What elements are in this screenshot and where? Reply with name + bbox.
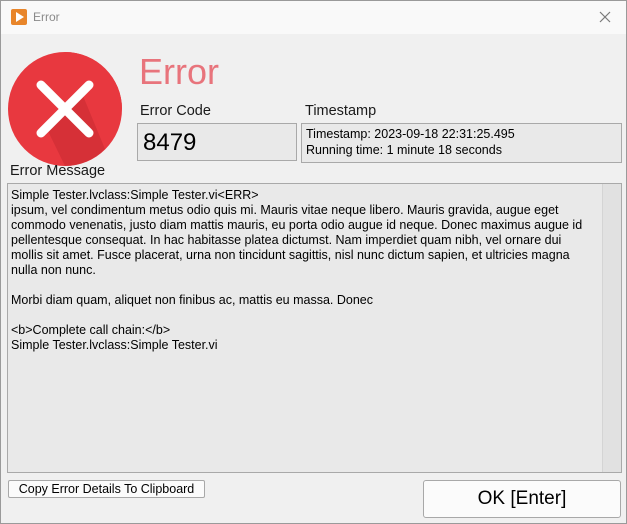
error-x-icon bbox=[8, 52, 122, 166]
labview-run-icon bbox=[11, 9, 27, 25]
vertical-scrollbar[interactable] bbox=[602, 184, 621, 472]
title-bar: Error bbox=[1, 1, 626, 34]
error-code-field[interactable]: 8479 bbox=[137, 123, 297, 161]
window-title: Error bbox=[33, 10, 60, 24]
close-button[interactable] bbox=[590, 3, 620, 31]
error-message-field[interactable]: Simple Tester.lvclass:Simple Tester.vi<E… bbox=[7, 183, 622, 473]
timestamp-field[interactable]: Timestamp: 2023-09-18 22:31:25.495 Runni… bbox=[301, 123, 622, 163]
running-time-line: Running time: 1 minute 18 seconds bbox=[306, 142, 502, 157]
copy-error-details-button[interactable]: Copy Error Details To Clipboard bbox=[8, 480, 205, 498]
error-message-label: Error Message bbox=[10, 163, 106, 179]
close-icon bbox=[599, 11, 611, 23]
error-dialog: Error Error Error Code Timestamp 8479 Ti… bbox=[0, 0, 627, 524]
error-code-value: 8479 bbox=[143, 129, 197, 156]
error-heading: Error bbox=[139, 51, 219, 92]
error-code-label: Error Code bbox=[140, 103, 211, 119]
ok-button[interactable]: OK [Enter] bbox=[423, 480, 621, 518]
error-message-text: Simple Tester.lvclass:Simple Tester.vi<E… bbox=[11, 188, 583, 352]
timestamp-line: Timestamp: 2023-09-18 22:31:25.495 bbox=[306, 127, 515, 141]
timestamp-label: Timestamp bbox=[305, 103, 377, 119]
